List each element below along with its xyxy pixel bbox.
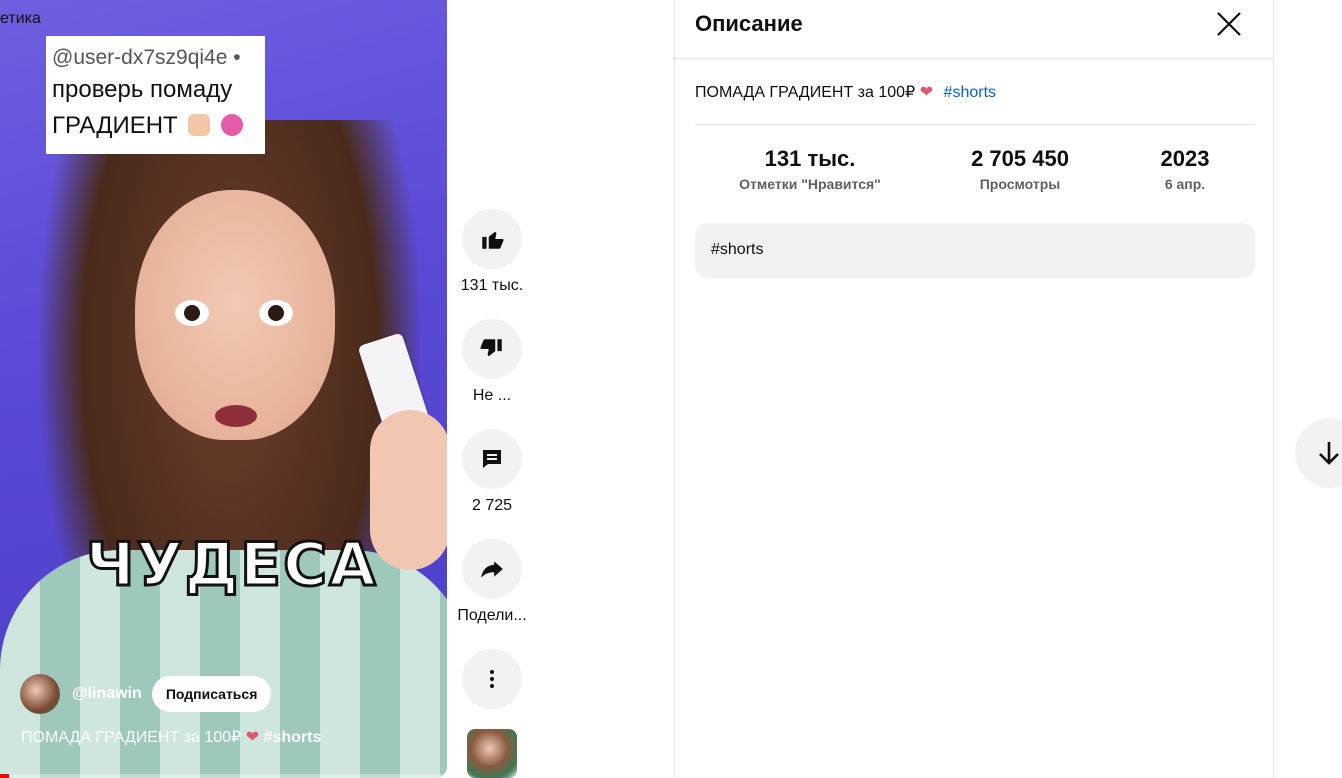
- description-panel-header: Описание: [675, 0, 1273, 59]
- stat-likes: 131 тыс. Отметки "Нравится": [735, 146, 885, 192]
- stat-likes-label: Отметки "Нравится": [739, 176, 881, 192]
- share-label: Подели...: [457, 607, 527, 624]
- share-action: Подели...: [447, 539, 537, 625]
- like-action: 131 тыс.: [447, 209, 537, 295]
- arrow-down-icon: [1319, 442, 1339, 465]
- next-video-button[interactable]: [1295, 418, 1342, 488]
- comments-button[interactable]: [462, 429, 522, 489]
- stat-views-label: Просмотры: [979, 176, 1061, 192]
- comment-count: 2 725: [471, 497, 513, 514]
- stat-likes-value: 131 тыс.: [764, 146, 856, 171]
- description-panel: Описание ПОМАДА ГРАДИЕНТ за 100₽ ❤ #shor…: [674, 0, 1274, 778]
- heart-emoji-icon: ❤: [919, 84, 934, 101]
- channel-avatar[interactable]: [20, 674, 60, 714]
- like-count: 131 тыс.: [460, 277, 524, 294]
- description-hashtag-link[interactable]: #shorts: [944, 84, 996, 101]
- hearts-emoji-icon: [221, 114, 244, 136]
- channel-row: @linawin Подписаться: [20, 674, 272, 714]
- more-vertical-icon: [490, 670, 494, 688]
- stat-year-value: 2023: [1160, 146, 1210, 171]
- dislike-button[interactable]: [462, 319, 522, 379]
- overlay-line-2-text: ГРАДИЕНТ: [52, 112, 178, 139]
- close-panel-button[interactable]: [1213, 8, 1245, 40]
- description-text-line: ПОМАДА ГРАДИЕНТ за 100₽ ❤ #shorts: [695, 82, 996, 102]
- thumbs-up-icon: [482, 231, 504, 249]
- overlay-line-1: проверь помаду: [52, 76, 233, 103]
- more-options-button[interactable]: [462, 649, 522, 709]
- subscribe-button[interactable]: Подписаться: [151, 676, 272, 712]
- heart-emoji-icon: ❤: [245, 729, 260, 746]
- channel-name-link[interactable]: @linawin: [72, 685, 142, 703]
- praying-hands-emoji-icon: [188, 114, 211, 136]
- stat-views: 2 705 450 Просмотры: [950, 146, 1090, 192]
- share-arrow-icon: [481, 561, 503, 578]
- video-overlay-comment-card: @user-dx7sz9qi4e • проверь помаду ГРАДИЕ…: [46, 36, 265, 154]
- close-icon: [1217, 12, 1241, 36]
- stat-views-value: 2 705 450: [971, 146, 1069, 171]
- dislike-label: Не ...: [472, 387, 512, 404]
- overlay-line-2: ГРАДИЕНТ: [52, 108, 259, 144]
- action-bar: 131 тыс. Не ... 2 725 Подели...: [447, 0, 537, 778]
- video-caption-hashtag[interactable]: #shorts: [264, 729, 322, 746]
- video-progress-bar[interactable]: [0, 774, 447, 778]
- comment-icon: [483, 450, 501, 468]
- dislike-action: Не ...: [447, 319, 537, 405]
- share-button[interactable]: [462, 539, 522, 599]
- video-progress-fill: [0, 774, 9, 778]
- more-action: [447, 649, 537, 709]
- like-button[interactable]: [462, 209, 522, 269]
- thumbs-down-icon: [480, 339, 502, 357]
- video-big-caption: ЧУДЕСА: [85, 529, 378, 602]
- hashtag-chip-text: #shorts: [711, 241, 764, 258]
- comments-action: 2 725: [447, 429, 537, 515]
- stat-date-label: 6 апр.: [1164, 176, 1206, 192]
- sound-thumbnail[interactable]: [467, 729, 517, 778]
- video-caption: ПОМАДА ГРАДИЕНТ за 100₽ ❤ #shorts: [21, 727, 321, 747]
- hashtag-chip[interactable]: #shorts: [695, 223, 1255, 278]
- panel-title: Описание: [695, 11, 803, 36]
- description-text: ПОМАДА ГРАДИЕНТ за 100₽: [695, 84, 916, 101]
- video-top-text: етика: [0, 10, 41, 27]
- video-caption-text: ПОМАДА ГРАДИЕНТ за 100₽: [21, 729, 242, 746]
- divider: [695, 124, 1255, 125]
- stat-date: 2023 6 апр.: [1145, 146, 1225, 192]
- overlay-username: @user-dx7sz9qi4e •: [52, 46, 241, 69]
- shorts-video-player[interactable]: етика @user-dx7sz9qi4e • проверь помаду …: [0, 0, 447, 778]
